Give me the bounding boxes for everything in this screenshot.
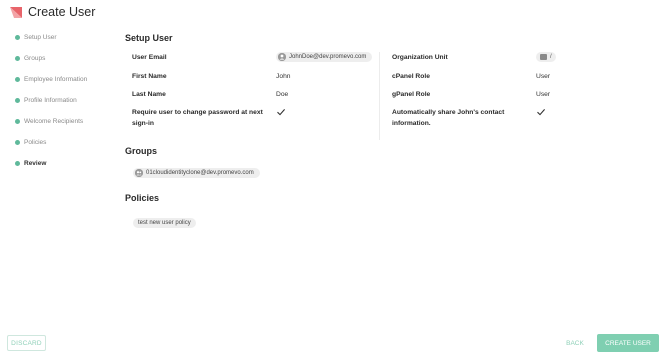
policy-chip: test new user policy [133,218,196,228]
user-email-label: User Email [132,54,167,61]
app-logo-icon [10,6,22,18]
first-name-row: First Name John [132,71,291,82]
cpanel-role-label: cPanel Role [392,73,430,80]
last-name-value: Doe [276,91,289,98]
step-policies[interactable]: Policies [15,132,115,153]
discard-button[interactable]: DISCARD [7,335,46,351]
share-contact-label: Automatically share John's contact infor… [392,109,505,127]
back-button[interactable]: BACK [560,335,590,351]
first-name-value: John [276,73,291,80]
user-avatar-icon [278,53,286,61]
page-header: Create User [10,4,95,20]
step-review[interactable]: Review [15,153,115,174]
step-label: Setup User [24,34,57,41]
share-contact-row: Automatically share John's contact infor… [392,107,546,129]
groups-heading: Groups [125,146,158,156]
step-label: Review [24,160,47,167]
last-name-row: Last Name Doe [132,89,288,100]
step-complete-dot-icon [15,98,20,103]
review-policies: Policies test new user policy [125,193,196,229]
step-label: Groups [24,55,46,62]
first-name-label: First Name [132,73,167,80]
step-label: Profile Information [24,97,77,104]
step-active-dot-icon [15,161,20,166]
require-password-change-label: Require user to change password at next … [132,109,263,127]
organization-unit-label: Organization Unit [392,54,448,61]
step-complete-dot-icon [15,119,20,124]
step-profile-information[interactable]: Profile Information [15,90,115,111]
column-divider [379,52,380,140]
group-email: 01cloudidentityclone@dev.promevo.com [146,170,254,176]
step-label: Policies [24,139,47,146]
step-groups[interactable]: Groups [15,48,115,69]
step-label: Employee Information [24,76,88,83]
step-complete-dot-icon [15,35,20,40]
user-email-chip: JohnDoe@dev.promevo.com [276,52,373,62]
organization-unit-value: / [550,54,552,60]
organization-unit-row: Organization Unit / [392,52,556,63]
create-user-button[interactable]: CREATE USER [597,334,659,352]
require-password-change-row: Require user to change password at next … [132,107,286,129]
step-complete-dot-icon [15,140,20,145]
policies-list: test new user policy [125,211,196,229]
gpanel-role-row: gPanel Role User [392,89,550,100]
step-complete-dot-icon [15,77,20,82]
step-complete-dot-icon [15,56,20,61]
group-icon [135,169,143,177]
step-setup-user[interactable]: Setup User [15,27,115,48]
step-welcome-recipients[interactable]: Welcome Recipients [15,111,115,132]
org-unit-icon [540,54,547,60]
last-name-label: Last Name [132,91,166,98]
group-chip: 01cloudidentityclone@dev.promevo.com [133,168,260,178]
policies-heading: Policies [125,193,160,203]
review-groups: Groups 01cloudidentityclone@dev.promevo.… [125,146,260,182]
cpanel-role-value: User [536,73,551,80]
page-title: Create User [28,5,96,19]
setup-user-heading: Setup User [125,33,173,43]
check-icon [537,109,546,116]
cpanel-role-row: cPanel Role User [392,71,550,82]
step-employee-information[interactable]: Employee Information [15,69,115,90]
user-email-value: JohnDoe@dev.promevo.com [289,54,367,60]
wizard-stepper: Setup User Groups Employee Information P… [15,27,115,174]
gpanel-role-value: User [536,91,551,98]
review-setup-user: Setup User User Email JohnDoe@dev.promev… [125,33,645,140]
step-label: Welcome Recipients [24,118,84,125]
organization-unit-chip: / [536,52,556,62]
groups-list: 01cloudidentityclone@dev.promevo.com [125,164,260,182]
check-icon [277,109,286,116]
gpanel-role-label: gPanel Role [392,91,431,98]
setup-user-details: User Email JohnDoe@dev.promevo.com First… [125,52,645,140]
user-email-row: User Email JohnDoe@dev.promevo.com [132,52,373,63]
